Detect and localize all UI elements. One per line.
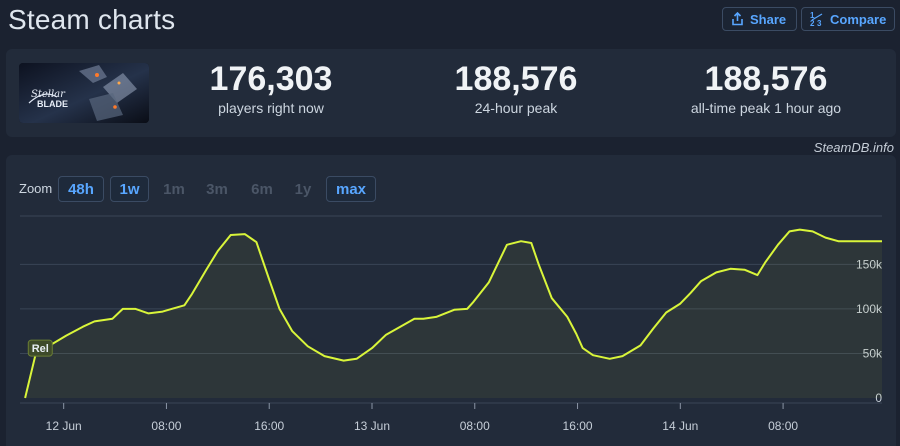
player-count-chart[interactable]: 050k100k150k12 Jun 08:00 16:00 13 Jun 08:00 1… <box>0 0 900 446</box>
release-marker-label: Rel <box>32 343 49 355</box>
x-tick-label: 14 Jun <box>662 419 698 433</box>
x-tick-label: 12 Jun <box>46 419 82 433</box>
x-tick-label: 13 Jun <box>354 419 390 433</box>
x-tick-label: 08:00 <box>151 419 181 433</box>
x-tick-label: 16:00 <box>254 419 284 433</box>
series-area <box>25 229 883 398</box>
x-tick-label: 16:00 <box>563 419 593 433</box>
x-tick-label: 08:00 <box>460 419 490 433</box>
x-tick-label: 08:00 <box>768 419 798 433</box>
